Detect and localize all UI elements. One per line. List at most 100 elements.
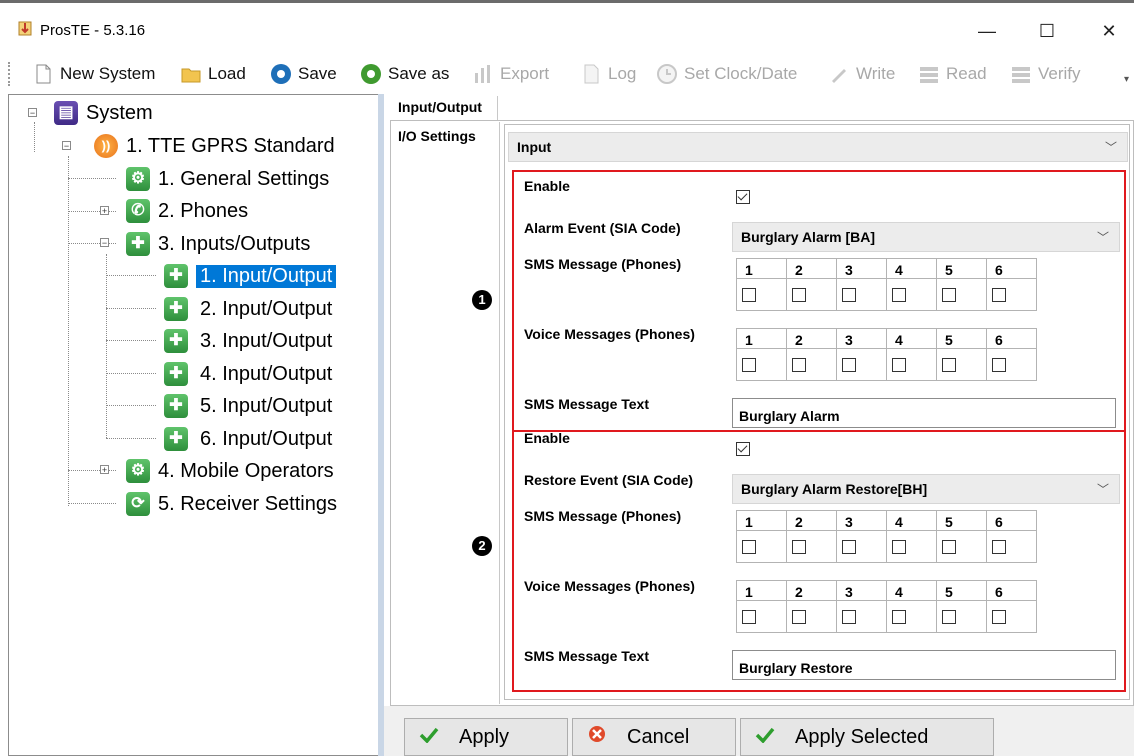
alarm-voice-phone-4-checkbox[interactable]: [892, 358, 906, 372]
alarm-voice-phone-2-checkbox[interactable]: [792, 358, 806, 372]
save-as-button[interactable]: Save as: [360, 58, 449, 90]
restore-voice-phone-5-checkbox[interactable]: [942, 610, 956, 624]
side-tab-strip: [392, 122, 500, 704]
new-system-button[interactable]: New System: [32, 58, 155, 90]
collapse-system-icon[interactable]: −: [28, 108, 37, 118]
checkmark-icon: [417, 726, 441, 749]
io-mode-value: Input: [517, 139, 552, 155]
tree-item-io-2[interactable]: ✚ 2. Input/Output: [164, 294, 332, 324]
cancel-button[interactable]: Cancel: [572, 718, 736, 756]
restore-sms-phone-2-checkbox[interactable]: [792, 540, 806, 554]
alarm-voice-phone-5-checkbox[interactable]: [942, 358, 956, 372]
restore-voice-phone-3-checkbox[interactable]: [842, 610, 856, 624]
arrows-icon: ✚: [164, 297, 188, 321]
section-marker-1: 1: [472, 290, 492, 310]
tree-item-general-settings[interactable]: ⚙ 1. General Settings: [126, 164, 329, 194]
alarm-sms-phone-6-checkbox[interactable]: [992, 288, 1006, 302]
toolbar-overflow-icon[interactable]: ▾: [1124, 74, 1129, 85]
restore-sms-phone-6-checkbox[interactable]: [992, 540, 1006, 554]
tree-item-mobile-operators[interactable]: ⚙ 4. Mobile Operators: [126, 456, 334, 486]
tree-item-phones[interactable]: ✆ 2. Phones: [126, 196, 248, 226]
write-label: Write: [856, 64, 896, 83]
restore-sms-phone-4-checkbox[interactable]: [892, 540, 906, 554]
tree-line: [106, 254, 107, 438]
restore-sms-text-input[interactable]: Burglary Restore: [732, 650, 1116, 680]
tree-item-io-2-label: 2. Input/Output: [200, 297, 333, 320]
phone-number-header: 5: [936, 580, 987, 601]
alarm-event-select[interactable]: Burglary Alarm [BA] ﹀: [732, 222, 1120, 252]
load-button[interactable]: Load: [180, 58, 246, 90]
section-marker-2: 2: [472, 536, 492, 556]
phone-number-header: 1: [736, 580, 787, 601]
write-button[interactable]: Write: [828, 58, 895, 90]
tree-item-io-6[interactable]: ✚ 6. Input/Output: [164, 424, 332, 454]
expand-mobile-operators-icon[interactable]: +: [100, 465, 109, 475]
save-button[interactable]: Save: [270, 58, 337, 90]
restore-voice-phone-6-checkbox[interactable]: [992, 610, 1006, 624]
tree-item-io-3[interactable]: ✚ 3. Input/Output: [164, 326, 332, 356]
apply-button[interactable]: Apply: [404, 718, 568, 756]
set-clock-button[interactable]: Set Clock/Date: [656, 58, 797, 90]
arrows-icon: ✚: [164, 427, 188, 451]
restore-sms-phone-1-checkbox[interactable]: [742, 540, 756, 554]
tree-item-system[interactable]: ▤ System: [54, 98, 153, 128]
alarm-voice-phone-3-checkbox[interactable]: [842, 358, 856, 372]
restore-voice-phone-2-checkbox[interactable]: [792, 610, 806, 624]
rss-device-icon: )): [94, 134, 118, 158]
folder-icon: [180, 63, 202, 85]
io-mode-select[interactable]: Input ﹀: [508, 132, 1128, 162]
apply-label: Apply: [459, 725, 510, 748]
tree-line: [106, 308, 156, 309]
minimize-button[interactable]: —: [964, 14, 1010, 48]
tree-item-receiver-settings[interactable]: ⟳ 5. Receiver Settings: [126, 489, 337, 519]
tree-item-io-1[interactable]: ✚ 1. Input/Output: [164, 261, 337, 291]
phone-number-header: 3: [836, 328, 887, 349]
tree-line: [34, 122, 35, 152]
tree-line: [106, 405, 156, 406]
cancel-label: Cancel: [627, 725, 690, 748]
export-button[interactable]: Export: [472, 58, 549, 90]
alarm-sms-phone-3-checkbox[interactable]: [842, 288, 856, 302]
arrows-icon: ✚: [164, 394, 188, 418]
read-label: Read: [946, 64, 987, 83]
verify-button[interactable]: Verify: [1010, 58, 1081, 90]
alarm-sms-phones-label: SMS Message (Phones): [524, 256, 682, 272]
expand-phones-icon[interactable]: +: [100, 206, 109, 216]
alarm-voice-phone-6-checkbox[interactable]: [992, 358, 1006, 372]
maximize-button[interactable]: ☐: [1024, 14, 1070, 48]
restore-event-select[interactable]: Burglary Alarm Restore[BH] ﹀: [732, 474, 1120, 504]
restore-voice-phone-4-checkbox[interactable]: [892, 610, 906, 624]
system-icon: ▤: [54, 101, 78, 125]
save-label: Save: [298, 64, 337, 83]
collapse-device-icon[interactable]: −: [62, 141, 71, 151]
alarm-sms-text-label: SMS Message Text: [524, 396, 650, 412]
restore-sms-phone-3-checkbox[interactable]: [842, 540, 856, 554]
tree-item-general-settings-label: 1. General Settings: [158, 167, 330, 190]
alarm-sms-text-input[interactable]: Burglary Alarm: [732, 398, 1116, 428]
alarm-sms-phone-1-checkbox[interactable]: [742, 288, 756, 302]
toolbar-grip[interactable]: [8, 62, 12, 86]
tab-io-settings[interactable]: I/O Settings: [398, 128, 476, 144]
tree-item-mobile-operators-label: 4. Mobile Operators: [158, 459, 334, 482]
tab-input-output[interactable]: Input/Output: [390, 96, 498, 120]
tree-item-inputs-outputs[interactable]: ✚ 3. Inputs/Outputs: [126, 229, 310, 259]
tree-item-io-4[interactable]: ✚ 4. Input/Output: [164, 359, 332, 389]
read-button[interactable]: Read: [918, 58, 987, 90]
alarm-voice-phone-1-checkbox[interactable]: [742, 358, 756, 372]
close-button[interactable]: ✕: [1086, 14, 1132, 48]
tree-item-device[interactable]: )) 1. TTE GPRS Standard: [94, 131, 335, 161]
restore-sms-phone-5-checkbox[interactable]: [942, 540, 956, 554]
alarm-enable-checkbox[interactable]: [736, 190, 750, 204]
tree-item-io-5[interactable]: ✚ 5. Input/Output: [164, 391, 332, 421]
clock-icon: [656, 63, 678, 85]
apply-selected-button[interactable]: Apply Selected: [740, 718, 994, 756]
read-device-icon: [918, 63, 940, 85]
alarm-sms-phone-5-checkbox[interactable]: [942, 288, 956, 302]
alarm-sms-phone-4-checkbox[interactable]: [892, 288, 906, 302]
alarm-sms-phone-2-checkbox[interactable]: [792, 288, 806, 302]
chevron-down-icon: ﹀: [1104, 140, 1117, 155]
log-button[interactable]: Log: [580, 58, 636, 90]
collapse-inputs-outputs-icon[interactable]: −: [100, 238, 109, 248]
restore-enable-checkbox[interactable]: [736, 442, 750, 456]
restore-voice-phone-1-checkbox[interactable]: [742, 610, 756, 624]
